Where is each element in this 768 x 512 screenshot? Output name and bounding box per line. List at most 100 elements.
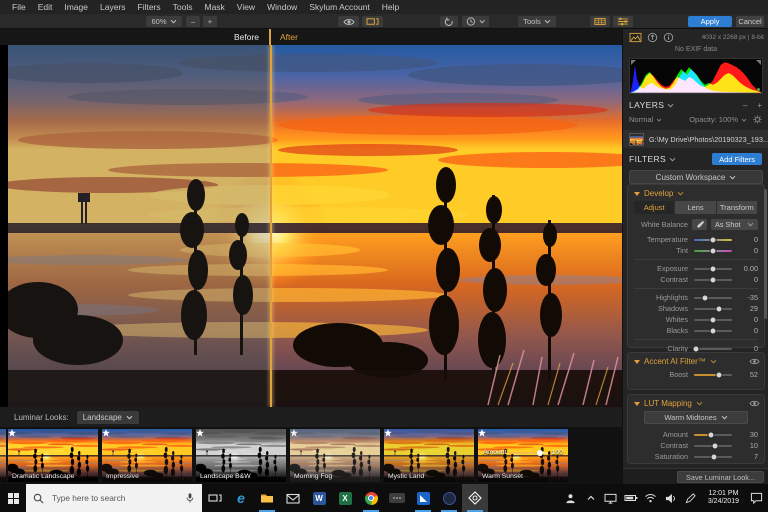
- preset-amount-slider[interactable]: Amount 100: [483, 449, 563, 456]
- boost-slider[interactable]: [694, 371, 732, 378]
- mail-taskbar-button[interactable]: [280, 484, 306, 512]
- menu-skylum-account[interactable]: Skylum Account: [309, 2, 369, 12]
- lut-contrast-slider[interactable]: [694, 442, 732, 449]
- toggle-side-panel-button[interactable]: [613, 16, 633, 27]
- tab-lens[interactable]: Lens: [675, 201, 717, 214]
- menu-image[interactable]: Image: [64, 2, 88, 12]
- word-taskbar-button[interactable]: W: [306, 484, 332, 512]
- display-connect-button[interactable]: [603, 493, 619, 504]
- preset-mystic-land[interactable]: Mystic Land: [384, 429, 474, 482]
- preset-impressive[interactable]: Impressive: [102, 429, 192, 482]
- highlight-clipping-indicator[interactable]: [756, 60, 761, 65]
- task-view-button[interactable]: [202, 484, 228, 512]
- zoom-out-button[interactable]: –: [186, 16, 200, 27]
- tools-dropdown[interactable]: Tools: [518, 16, 556, 27]
- looks-category-dropdown[interactable]: Landscape: [76, 410, 139, 424]
- chevron-down-icon[interactable]: [667, 103, 674, 108]
- paint3d-taskbar-button[interactable]: [410, 484, 436, 512]
- info-icon[interactable]: [663, 32, 674, 43]
- histogram-toggle-icon[interactable]: [629, 32, 642, 43]
- photo-canvas[interactable]: [8, 45, 622, 407]
- chrome-taskbar-button[interactable]: [358, 484, 384, 512]
- volume-button[interactable]: [663, 493, 679, 504]
- exposure-slider[interactable]: [694, 265, 732, 272]
- start-button[interactable]: [0, 484, 26, 512]
- quick-preview-button[interactable]: [338, 16, 359, 27]
- preset-thumbnail-partial[interactable]: [0, 429, 6, 482]
- favorite-star-icon[interactable]: [384, 429, 392, 437]
- share-icon[interactable]: [647, 32, 658, 43]
- preset-landscape-bw[interactable]: Landscape B&W: [196, 429, 286, 482]
- chevron-down-icon[interactable]: [710, 359, 717, 364]
- shadows-slider[interactable]: [694, 305, 732, 312]
- menu-help[interactable]: Help: [382, 2, 399, 12]
- people-button[interactable]: [563, 493, 579, 504]
- file-explorer-taskbar-button[interactable]: [254, 484, 280, 512]
- favorite-star-icon[interactable]: [8, 429, 16, 437]
- white-balance-eyedropper-button[interactable]: [692, 219, 707, 230]
- history-button[interactable]: [462, 16, 489, 27]
- compare-button[interactable]: [362, 16, 383, 27]
- favorite-star-icon[interactable]: [196, 429, 204, 437]
- compare-divider-handle[interactable]: [269, 29, 271, 45]
- menu-file[interactable]: File: [12, 2, 26, 12]
- save-luminar-look-button[interactable]: Save Luminar Look...: [677, 471, 764, 483]
- menu-layers[interactable]: Layers: [100, 2, 126, 12]
- layer-item[interactable]: G:\My Drive\Photos\20190323_193...: [623, 130, 768, 148]
- clock[interactable]: 12:01 PM 3/24/2019: [703, 490, 744, 507]
- custom-workspace-dropdown[interactable]: Custom Workspace: [629, 170, 763, 184]
- undo-button[interactable]: [440, 16, 458, 27]
- lut-amount-slider[interactable]: [694, 431, 732, 438]
- zoom-in-button[interactable]: +: [203, 16, 217, 27]
- zoom-level-dropdown[interactable]: 60%: [146, 16, 182, 27]
- taskbar-search[interactable]: [26, 484, 202, 512]
- battery-button[interactable]: [623, 493, 639, 503]
- tray-expand-button[interactable]: [583, 495, 599, 501]
- chevron-down-icon[interactable]: [696, 401, 703, 406]
- microphone-icon[interactable]: [185, 492, 195, 504]
- luminar-taskbar-button[interactable]: [462, 484, 488, 512]
- toggle-looks-panel-button[interactable]: [590, 16, 610, 27]
- temperature-slider[interactable]: [694, 236, 732, 243]
- clarity-slider[interactable]: [692, 345, 732, 352]
- menu-filters[interactable]: Filters: [138, 2, 161, 12]
- tab-transform[interactable]: Transform: [716, 201, 758, 214]
- menu-window[interactable]: Window: [267, 2, 297, 12]
- photo-app-taskbar-button[interactable]: [436, 484, 462, 512]
- favorite-star-icon[interactable]: [478, 429, 486, 437]
- blend-mode-dropdown[interactable]: Normal: [629, 115, 653, 124]
- menu-tools[interactable]: Tools: [173, 2, 193, 12]
- collapse-triangle-icon[interactable]: [634, 401, 640, 406]
- menu-view[interactable]: View: [237, 2, 255, 12]
- lut-saturation-slider[interactable]: [694, 453, 732, 460]
- tint-slider[interactable]: [694, 247, 732, 254]
- shadow-clipping-indicator[interactable]: [631, 60, 636, 65]
- lut-preset-dropdown[interactable]: Warm Midtones: [644, 411, 748, 424]
- gear-icon[interactable]: [753, 115, 762, 124]
- white-balance-dropdown[interactable]: As Shot: [711, 219, 758, 230]
- filter-visibility-eye-icon[interactable]: [749, 399, 760, 408]
- remove-layer-button[interactable]: –: [743, 101, 747, 110]
- favorite-star-icon[interactable]: [102, 429, 110, 437]
- add-layer-button[interactable]: +: [757, 101, 762, 110]
- whites-slider[interactable]: [694, 316, 732, 323]
- menu-mask[interactable]: Mask: [204, 2, 224, 12]
- highlights-slider[interactable]: [694, 294, 732, 301]
- favorite-star-icon[interactable]: [290, 429, 298, 437]
- apply-button[interactable]: Apply: [688, 16, 732, 27]
- filter-visibility-eye-icon[interactable]: [749, 357, 760, 366]
- search-input[interactable]: [50, 492, 179, 504]
- preset-warm-sunset-selected[interactable]: Amount 100 Warm Sunset: [478, 429, 568, 482]
- preset-morning-fog[interactable]: Morning Fog: [290, 429, 380, 482]
- edge-taskbar-button[interactable]: e: [228, 484, 254, 512]
- menu-edit[interactable]: Edit: [38, 2, 53, 12]
- windows-ink-button[interactable]: [683, 493, 699, 504]
- chevron-down-icon[interactable]: [669, 157, 676, 162]
- add-filters-button[interactable]: Add Filters: [712, 153, 762, 165]
- blacks-slider[interactable]: [694, 327, 732, 334]
- histogram[interactable]: [629, 58, 763, 94]
- tab-adjust[interactable]: Adjust: [634, 201, 676, 214]
- contrast-slider[interactable]: [694, 276, 732, 283]
- collapse-triangle-icon[interactable]: [634, 359, 640, 364]
- cancel-button[interactable]: Cancel: [736, 16, 764, 27]
